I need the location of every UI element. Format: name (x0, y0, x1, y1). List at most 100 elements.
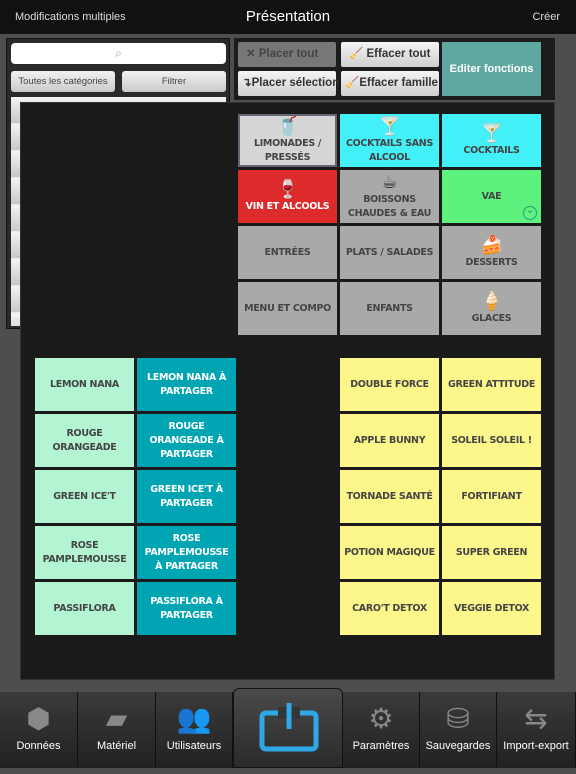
gear-icon: ⚙ (368, 703, 394, 734)
category-icon: 🍸 (480, 122, 503, 144)
category-label: GLACES (471, 312, 512, 324)
product-label: GREEN ATTITUDE (447, 378, 536, 390)
product-label: SOLEIL SOLEIL ! (451, 434, 532, 446)
layout-grid-area: 🥤 LIMONADES / PRESSÉS 🍸 COCKTAILS SANS ALCO… (20, 102, 555, 680)
nav-item-device[interactable]: ▰ Matériel (78, 692, 156, 768)
product-tile[interactable]: CARO'T DETOX (340, 582, 439, 635)
cube-icon: ⬢ (26, 703, 51, 734)
create-button[interactable]: Créer (532, 11, 560, 23)
product-tile[interactable]: SUPER GREEN (442, 526, 541, 579)
category-tile[interactable]: 🍦 GLACES (442, 282, 541, 335)
product-tile[interactable]: SOLEIL SOLEIL ! (442, 414, 541, 467)
product-tile[interactable]: GREEN ATTITUDE (442, 358, 541, 411)
product-label: GREEN ICE'T (53, 490, 116, 502)
nav-item-arrows[interactable]: ⇆ Import-export (497, 692, 576, 768)
product-tile[interactable]: GREEN ICE'T À PARTAGER (137, 470, 236, 523)
clear-all-button[interactable]: 🧹 Effacer tout (341, 42, 439, 67)
category-tile[interactable]: 🍸 COCKTAILS SANS ALCOOL (340, 114, 439, 167)
expand-chevron-icon[interactable]: ⌄ (523, 206, 537, 220)
place-selection-button[interactable]: ↴Placer sélection (238, 71, 339, 96)
database-icon: ⛁ (446, 703, 470, 734)
product-label: LEMON NANA (50, 378, 119, 390)
arrow-down-icon: ↴ (242, 77, 252, 89)
nav-item-gear[interactable]: ⚙ Paramètres (343, 692, 420, 768)
nav-item-cube[interactable]: ⬢ Données (0, 692, 78, 768)
nav-label: Sauvegardes (425, 740, 491, 752)
product-tile[interactable]: TORNADE SANTÉ (340, 470, 439, 523)
product-tile[interactable]: DOUBLE FORCE (340, 358, 439, 411)
product-tile[interactable]: APPLE BUNNY (340, 414, 439, 467)
product-label: LEMON NANA À PARTAGER (147, 371, 226, 397)
multiple-edit-button[interactable]: Modifications multiples (15, 11, 126, 23)
product-label: FORTIFIANT (461, 490, 522, 502)
product-tile[interactable]: LEMON NANA À PARTAGER (137, 358, 236, 411)
nav-item-database[interactable]: ⛁ Sauvegardes (420, 692, 497, 768)
category-icon: 🍰 (480, 234, 503, 256)
category-label: ENFANTS (366, 302, 413, 314)
category-tile[interactable]: PLATS / SALADES (340, 226, 439, 279)
category-tile[interactable]: MENU ET COMPO (238, 282, 337, 335)
category-tile[interactable]: 🍸 COCKTAILS (442, 114, 541, 167)
product-label: PASSIFLORA À PARTAGER (150, 595, 223, 621)
users-icon: 👥 (176, 703, 212, 734)
product-label: ROUGE ORANGEADE (52, 427, 117, 453)
product-tile[interactable]: GREEN ICE'T (35, 470, 134, 523)
clear-family-button[interactable]: 🧹Effacer famille (341, 71, 439, 96)
product-tile[interactable]: LEMON NANA (35, 358, 134, 411)
category-tile[interactable]: ENFANTS (340, 282, 439, 335)
category-tile[interactable]: 🍰 DESSERTS (442, 226, 541, 279)
category-tile[interactable]: 🍷 VIN ET ALCOOLS (238, 170, 337, 223)
category-icon: ☕ (381, 171, 398, 193)
category-icon: 🍷 (276, 178, 299, 200)
product-label: ROSE PAMPLEMOUSSE (42, 539, 127, 565)
product-tile[interactable]: ROUGE ORANGEADE À PARTAGER (137, 414, 236, 467)
broom-icon: 🧹 (349, 48, 367, 60)
filter-button[interactable]: Filtrer (122, 71, 226, 92)
product-tile[interactable]: ROSE PAMPLEMOUSSE (35, 526, 134, 579)
product-tile[interactable]: ROSE PAMPLEMOUSSE À PARTAGER (137, 526, 236, 579)
category-label: ENTRÉES (264, 246, 311, 258)
category-icon: 🍸 (378, 115, 401, 137)
category-tile[interactable]: ☕ BOISSONS CHAUDES & EAU (340, 170, 439, 223)
product-tile[interactable]: ROUGE ORANGEADE (35, 414, 134, 467)
product-label: ROSE PAMPLEMOUSSE À PARTAGER (144, 532, 229, 572)
edit-functions-button[interactable]: Editer fonctions (442, 42, 541, 96)
product-label: DOUBLE FORCE (350, 378, 429, 390)
search-icon: ⌕ (115, 46, 122, 60)
nav-label: Matériel (96, 740, 137, 752)
category-label: COCKTAILS SANS ALCOOL (345, 137, 433, 163)
product-label: GREEN ICE'T À PARTAGER (150, 483, 223, 509)
nav-label: Import-export (503, 740, 569, 752)
nav-label: Paramètres (352, 740, 410, 752)
category-tile[interactable]: VAE ⌄ (442, 170, 541, 223)
category-label: VAE (481, 190, 502, 202)
collapse-icon: ✕ (246, 48, 259, 60)
category-label: BOISSONS CHAUDES & EAU (347, 193, 432, 219)
category-label: MENU ET COMPO (244, 302, 331, 314)
search-input[interactable]: ⌕ (11, 43, 226, 64)
category-icon: 🥤 (276, 115, 299, 137)
product-label: ROUGE ORANGEADE À PARTAGER (149, 420, 224, 460)
product-tile[interactable]: VEGGIE DETOX (442, 582, 541, 635)
category-label: COCKTAILS (463, 144, 520, 156)
nav-item-users[interactable]: 👥 Utilisateurs (156, 692, 233, 768)
product-tile[interactable]: PASSIFLORA (35, 582, 134, 635)
category-label: LIMONADES / PRESSÉS (253, 137, 322, 163)
category-label: PLATS / SALADES (345, 246, 434, 258)
product-tile[interactable]: POTION MAGIQUE (340, 526, 439, 579)
category-tile[interactable]: ENTRÉES (238, 226, 337, 279)
nav-label: Données (16, 740, 61, 752)
category-tile[interactable]: 🥤 LIMONADES / PRESSÉS (238, 114, 337, 167)
power-button[interactable] (233, 688, 343, 768)
product-tile[interactable]: PASSIFLORA À PARTAGER (137, 582, 236, 635)
broom-icon: 🧹 (345, 77, 360, 89)
power-icon (259, 703, 319, 752)
nav-label: Utilisateurs (166, 740, 222, 752)
product-label: SUPER GREEN (455, 546, 528, 558)
all-categories-button[interactable]: Toutes les catégories (11, 71, 115, 92)
product-label: TORNADE SANTÉ (346, 490, 433, 502)
toolbar: ✕ Placer tout 🧹 Effacer tout ↴Placer sél… (234, 38, 555, 100)
product-label: CARO'T DETOX (352, 602, 427, 614)
place-all-button[interactable]: ✕ Placer tout (238, 42, 336, 67)
product-tile[interactable]: FORTIFIANT (442, 470, 541, 523)
